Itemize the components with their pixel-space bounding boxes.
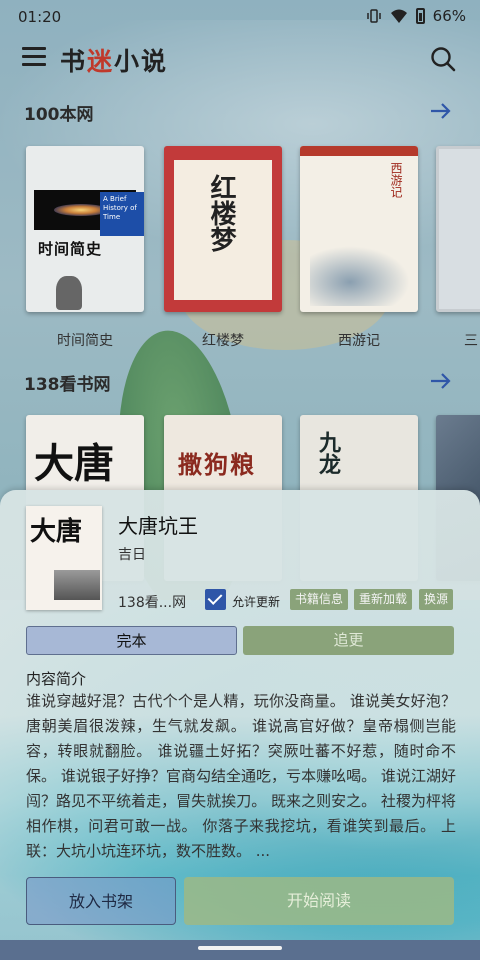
status-bar: 01:20 66% (0, 0, 480, 34)
home-handle[interactable] (198, 946, 282, 950)
book-cover: 西游记 (300, 146, 418, 312)
wifi-icon (390, 9, 407, 23)
follow-button[interactable]: 追更 (243, 626, 454, 655)
book-cover: A Brief History of Time 时间简史 (26, 146, 144, 312)
intro-title: 内容简介 (26, 670, 87, 688)
cover-en-title: A Brief History of Time (100, 192, 144, 236)
detail-cover: 大唐 (26, 506, 102, 610)
add-to-shelf-button[interactable]: 放入书架 (26, 877, 176, 925)
book-detail-sheet: 大唐 大唐坑王 吉日 138看...网 允许更新 书籍信息 重新加载 换源 完本… (0, 490, 480, 960)
arrow-right-icon[interactable] (430, 102, 452, 120)
cover-title: 九龙 (315, 431, 341, 475)
cover-title: 红楼梦 (206, 174, 236, 252)
search-icon[interactable] (430, 46, 456, 72)
book-label: 三 (464, 333, 478, 349)
switch-source-chip[interactable]: 换源 (419, 589, 454, 610)
intro-text: 谁说穿越好混？古代个个是人精，玩你没商量。 谁说美女好泡？唐朝美眉很泼辣，生气就… (26, 692, 456, 860)
allow-update-checkbox[interactable] (205, 589, 226, 610)
book-card[interactable]: 西游记 西游记 (300, 146, 418, 350)
cover-title: 时间简史 (38, 240, 103, 258)
battery-percent: 66% (432, 7, 466, 25)
system-nav-bar (0, 940, 480, 960)
book-label: 西游记 (338, 333, 380, 349)
detail-cover-title: 大唐 (30, 517, 83, 547)
detail-source: 138看...网 (118, 595, 187, 611)
book-card[interactable]: A Brief History of Time 时间简史 时间简史 (26, 146, 144, 350)
start-reading-button[interactable]: 开始阅读 (184, 877, 454, 925)
book-card[interactable]: 红楼梦 红楼梦 (164, 146, 282, 350)
book-cover: 红楼梦 (164, 146, 282, 312)
arrow-right-icon[interactable] (430, 372, 452, 390)
menu-icon[interactable] (22, 47, 46, 69)
allow-update-label: 允许更新 (232, 595, 281, 609)
cover-title: 大唐 (34, 440, 114, 487)
detail-book-title: 大唐坑王 (118, 514, 198, 538)
app-title-accent: 迷 (87, 47, 115, 76)
detail-author: 吉日 (118, 547, 146, 563)
book-card[interactable]: 三 (436, 146, 480, 350)
reload-chip[interactable]: 重新加载 (354, 589, 413, 610)
complete-button[interactable]: 完本 (26, 626, 237, 655)
book-label: 红楼梦 (202, 333, 244, 349)
vibrate-icon (366, 9, 381, 23)
book-info-chip[interactable]: 书籍信息 (290, 589, 349, 610)
battery-icon (415, 8, 425, 24)
cover-title: 撒狗粮 (178, 451, 256, 479)
book-label: 时间简史 (57, 333, 113, 349)
book-cover (436, 146, 480, 312)
cover-title: 西游记 (389, 162, 403, 198)
section-title-138kanshu: 138看书网 (24, 375, 111, 395)
app-title-part1: 书 (60, 47, 88, 76)
app-title: 书迷小说 (60, 42, 168, 78)
app-bar: 书迷小说 (0, 36, 480, 82)
app-title-part2: 小说 (114, 47, 169, 76)
status-time: 01:20 (18, 8, 62, 26)
section-title-100ben: 100本网 (24, 105, 94, 125)
